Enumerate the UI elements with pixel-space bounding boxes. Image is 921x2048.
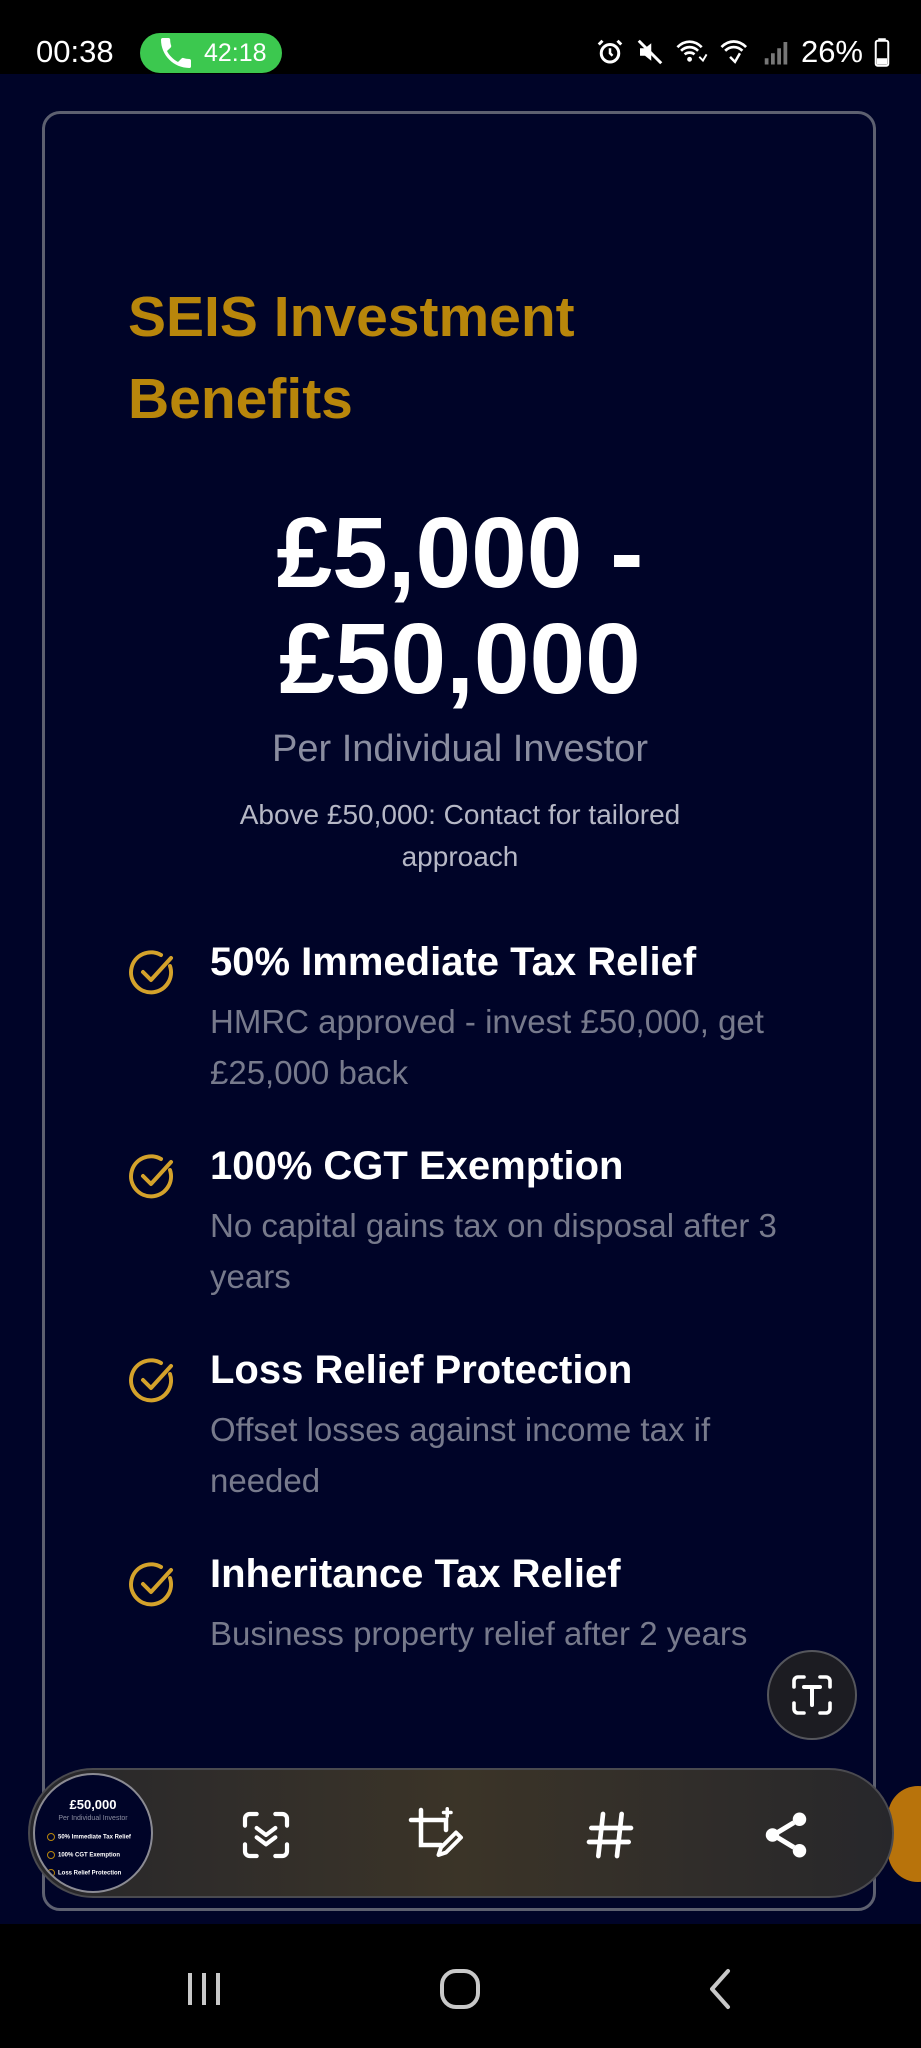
benefit-description: HMRC approved - invest £50,000, get £25,… bbox=[210, 1003, 764, 1091]
edit-button[interactable] bbox=[406, 1805, 466, 1865]
back-button[interactable] bbox=[690, 1964, 750, 2014]
benefit-title: Inheritance Tax Relief bbox=[210, 1552, 621, 1596]
ongoing-call-pill[interactable]: 42:18 bbox=[140, 33, 282, 73]
hashtag-icon bbox=[586, 1811, 634, 1859]
thumbnail-row: Loss Relief Protection bbox=[47, 1869, 121, 1877]
benefit-title: 100% CGT Exemption bbox=[210, 1144, 624, 1188]
wifi-icon bbox=[720, 40, 747, 64]
edit-crop-icon bbox=[408, 1807, 463, 1857]
screenshot-thumbnail[interactable]: £50,000 Per Individual Investor 50% Imme… bbox=[33, 1773, 153, 1893]
call-duration: 42:18 bbox=[204, 38, 267, 67]
back-icon bbox=[710, 1969, 730, 2009]
benefit-description: Business property relief after 2 years bbox=[210, 1615, 748, 1652]
battery-icon bbox=[874, 38, 890, 67]
status-bar: 00:38 42:18 26% bbox=[0, 0, 921, 74]
benefit-description: No capital gains tax on disposal after 3… bbox=[210, 1207, 777, 1295]
text-scan-icon bbox=[792, 1675, 832, 1715]
system-navigation-bar bbox=[0, 1924, 921, 2048]
status-time: 00:38 bbox=[36, 34, 114, 69]
screenshot-toolbar: £50,000 Per Individual Investor 50% Imme… bbox=[28, 1768, 894, 1898]
thumbnail-price: £50,000 bbox=[69, 1797, 117, 1812]
thumbnail-row: 50% Immediate Tax Relief bbox=[47, 1833, 131, 1841]
thumbnail-subtitle: Per Individual Investor bbox=[58, 1815, 128, 1822]
mute-icon bbox=[637, 39, 663, 65]
phone-icon bbox=[161, 38, 191, 68]
alarm-icon bbox=[597, 39, 623, 64]
signal-icon bbox=[764, 42, 788, 65]
recent-apps-icon bbox=[188, 1973, 220, 2005]
benefit-description: Offset losses against income tax if need… bbox=[210, 1411, 711, 1499]
investment-range: £5,000 - £50,000 bbox=[276, 497, 644, 715]
scroll-capture-button[interactable] bbox=[236, 1805, 296, 1865]
investor-label: Per Individual Investor bbox=[272, 728, 648, 770]
wifi-calling-icon bbox=[676, 40, 708, 63]
home-button[interactable] bbox=[430, 1964, 490, 2014]
check-circle-icon bbox=[129, 1154, 174, 1199]
thumbnail-row: 100% CGT Exemption bbox=[47, 1851, 120, 1859]
scan-text-icon bbox=[242, 1811, 290, 1859]
benefit-title: 50% Immediate Tax Relief bbox=[210, 940, 697, 984]
hashtag-button[interactable] bbox=[580, 1805, 640, 1865]
recent-apps-button[interactable] bbox=[174, 1964, 234, 2014]
share-button[interactable] bbox=[756, 1805, 816, 1865]
home-icon bbox=[440, 1969, 480, 2009]
check-circle-icon bbox=[129, 1562, 174, 1607]
benefit-title: Loss Relief Protection bbox=[210, 1348, 633, 1392]
above-threshold-note: Above £50,000: Contact for tailored appr… bbox=[239, 799, 681, 872]
check-circle-icon bbox=[129, 1358, 174, 1403]
card-title: SEIS Investment Benefits bbox=[128, 285, 575, 431]
check-circle-icon bbox=[129, 950, 174, 995]
battery-percent: 26% bbox=[800, 34, 863, 69]
share-icon bbox=[765, 1812, 807, 1858]
extract-text-button[interactable] bbox=[767, 1650, 857, 1740]
